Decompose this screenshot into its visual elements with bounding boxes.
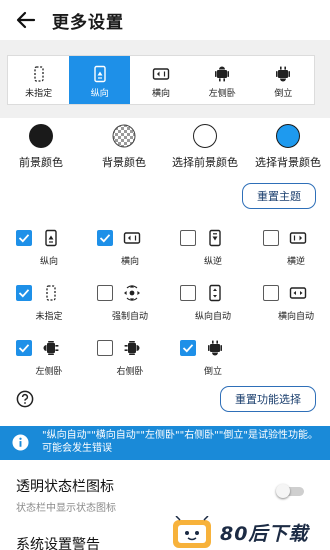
transparent-status-bar-toggle[interactable] (276, 484, 306, 498)
android-robot-right-icon (124, 341, 140, 355)
transparent-status-bar-setting: 透明状态栏图标 状态栏中显示状态图标 (16, 476, 116, 514)
tab-label: 纵向 (90, 89, 109, 99)
android-robot-left-icon (215, 66, 230, 82)
mode-label: 未指定 (35, 312, 63, 322)
mode-label: 纵向 (39, 257, 59, 267)
info-icon (12, 434, 29, 451)
checkbox[interactable] (180, 285, 196, 301)
reset-functions-button[interactable]: 重置功能选择 (220, 386, 316, 412)
help-icon[interactable] (16, 390, 34, 408)
foreground-color-swatch[interactable] (29, 124, 53, 148)
checkbox[interactable] (97, 340, 113, 356)
mode-label: 强制自动 (111, 312, 149, 322)
mode-reverse-landscape[interactable]: 横逆 (263, 230, 330, 270)
select-background-color-swatch[interactable] (276, 124, 300, 148)
mode-landscape[interactable]: 横向 (97, 230, 177, 270)
tab-portrait[interactable]: 纵向 (69, 56, 131, 104)
select-foreground-color-swatch[interactable] (193, 124, 217, 148)
select-background-color-label: 选择背景颜色 (255, 156, 321, 169)
color-pickers: 前景颜色 背景颜色 选择前景颜色 选择背景颜色 (0, 124, 330, 169)
check-icon (99, 234, 111, 243)
auto-rotate-icon (124, 285, 140, 301)
tab-upside-down[interactable]: 倒立 (253, 56, 314, 104)
checkbox[interactable] (97, 285, 113, 301)
page-title: 更多设置 (52, 13, 124, 33)
android-robot-upside-icon (276, 66, 291, 82)
mode-portrait[interactable]: 纵向 (16, 229, 96, 270)
mode-label: 横逆 (286, 257, 306, 267)
mode-label: 纵逆 (203, 257, 223, 267)
landscape-phone-icon (152, 68, 170, 80)
setting-title: 透明状态栏图标 (16, 479, 114, 495)
mode-portrait-auto[interactable]: 纵向自动 (180, 284, 260, 325)
tab-left-side[interactable]: 左侧卧 (192, 56, 253, 104)
checkbox[interactable] (263, 285, 279, 301)
mode-force-auto[interactable]: 强制自动 (97, 285, 177, 325)
background-color-label: 背景颜色 (102, 156, 146, 169)
mode-upside-down[interactable]: 倒立 (180, 340, 260, 380)
dotted-phone-icon (46, 285, 56, 301)
android-robot-upside-icon (208, 340, 222, 356)
mode-label: 横向自动 (277, 312, 315, 322)
mode-label: 横向 (120, 257, 140, 267)
mode-label: 倒立 (203, 367, 223, 377)
select-foreground-color-label: 选择前景颜色 (172, 156, 238, 169)
mode-right-side[interactable]: 右侧卧 (97, 340, 177, 380)
setting-subtitle: 状态栏中显示状态图标 (16, 503, 116, 514)
checkbox[interactable] (180, 230, 196, 246)
checkbox[interactable] (16, 340, 32, 356)
reverse-landscape-icon (289, 232, 307, 244)
checkbox[interactable] (16, 230, 32, 246)
checkbox[interactable] (97, 230, 113, 246)
android-robot-left-icon (43, 341, 59, 355)
watermark-logo-icon (173, 516, 211, 548)
mode-left-side[interactable]: 左侧卧 (16, 340, 96, 380)
info-banner-text: "纵向自动""横向自动""左侧卧""右侧卧""倒立"是试验性功能。可能会发生错误 (42, 430, 318, 454)
setting-title: 系统设置警告 (16, 537, 100, 550)
tab-unspecified[interactable]: 未指定 (8, 56, 69, 104)
checkbox[interactable] (263, 230, 279, 246)
dotted-phone-icon (33, 66, 44, 82)
check-icon (18, 234, 30, 243)
portrait-auto-icon (209, 284, 221, 302)
mode-landscape-auto[interactable]: 横向自动 (263, 285, 330, 325)
tab-label: 左侧卧 (208, 89, 236, 99)
toggle-knob (276, 484, 290, 498)
mode-label: 左侧卧 (35, 367, 63, 377)
check-icon (18, 289, 30, 298)
reset-theme-button[interactable]: 重置主题 (242, 183, 316, 209)
mode-unspecified[interactable]: 未指定 (16, 285, 96, 325)
landscape-auto-icon (289, 287, 307, 299)
checkbox[interactable] (180, 340, 196, 356)
app-bar: 更多设置 (0, 0, 330, 40)
mode-reverse-portrait[interactable]: 纵逆 (180, 229, 260, 270)
portrait-phone-icon (45, 229, 57, 247)
landscape-phone-icon (123, 232, 141, 244)
watermark: 80后下载 (168, 514, 330, 550)
orientation-tabs: 未指定 纵向 横向 左侧卧 倒立 (7, 55, 315, 105)
tab-label: 横向 (152, 89, 171, 99)
checkbox[interactable] (16, 285, 32, 301)
back-arrow-icon[interactable] (14, 8, 38, 32)
tab-label: 未指定 (25, 89, 53, 99)
foreground-color-label: 前景颜色 (19, 156, 63, 169)
info-banner: "纵向自动""横向自动""左侧卧""右侧卧""倒立"是试验性功能。可能会发生错误 (0, 426, 330, 460)
background-color-swatch[interactable] (112, 124, 136, 148)
portrait-phone-icon (94, 65, 106, 83)
watermark-text: 80后下载 (220, 523, 309, 545)
check-icon (182, 344, 194, 353)
reverse-portrait-icon (209, 229, 221, 247)
mode-label: 右侧卧 (116, 367, 144, 377)
tab-label: 倒立 (274, 89, 293, 99)
tab-landscape[interactable]: 横向 (130, 56, 191, 104)
check-icon (18, 344, 30, 353)
mode-label: 纵向自动 (194, 312, 232, 322)
system-warning-setting[interactable]: 系统设置警告 (16, 534, 100, 550)
